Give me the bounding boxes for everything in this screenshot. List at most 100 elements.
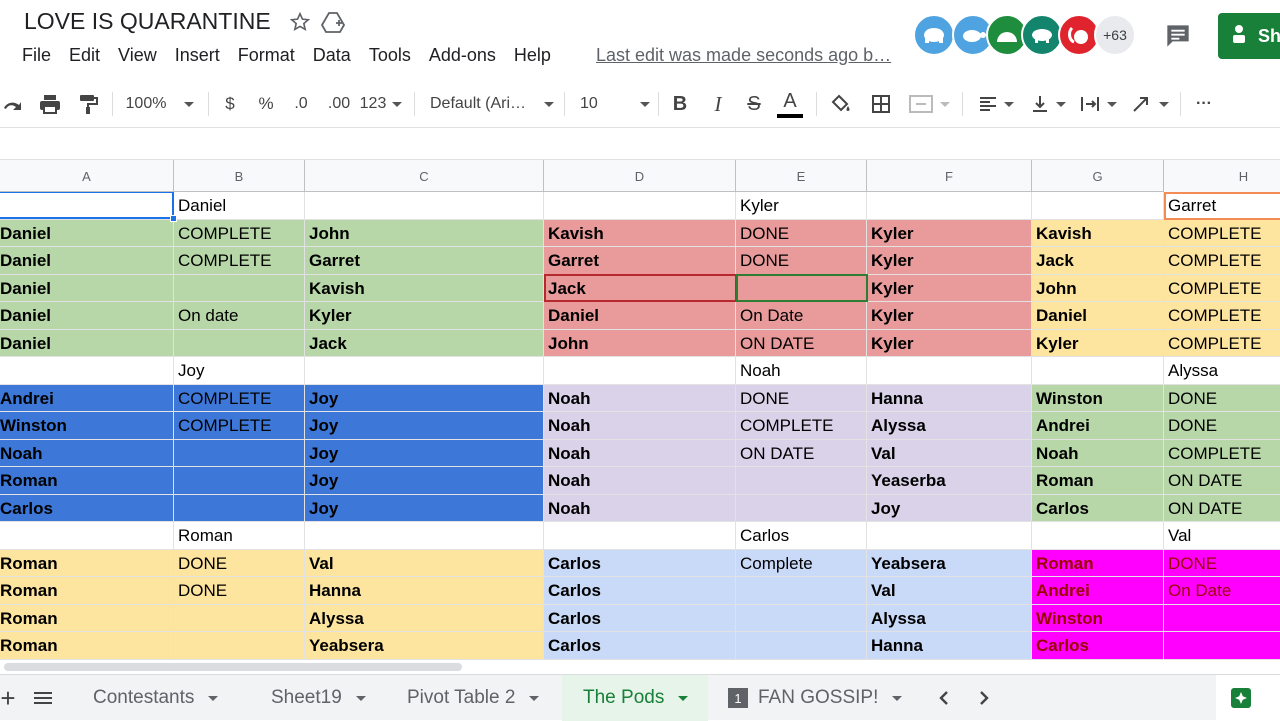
cell-f6[interactable]: Kyler — [867, 329, 1032, 357]
cell-g17[interactable]: Carlos — [1032, 632, 1164, 660]
column-header-h[interactable]: H — [1164, 160, 1280, 192]
explore-icon[interactable] — [1216, 675, 1280, 721]
cell-f15[interactable]: Val — [867, 577, 1032, 605]
menu-file[interactable]: File — [22, 45, 51, 69]
percent-format-button[interactable]: % — [254, 80, 278, 128]
tab-the-pods[interactable]: The Pods — [562, 675, 708, 721]
cell-b8[interactable]: COMPLETE — [174, 384, 305, 412]
cell-a4[interactable]: Daniel — [0, 274, 174, 302]
cell-b6[interactable] — [174, 329, 305, 357]
cell-e13[interactable]: Carlos — [736, 522, 867, 550]
cell-f14[interactable]: Yeabsera — [867, 549, 1032, 577]
cell-a9[interactable]: Winston — [0, 412, 174, 440]
cell-h12[interactable]: ON DATE — [1164, 494, 1280, 522]
print-icon[interactable] — [36, 80, 64, 128]
strikethrough-button[interactable]: S — [742, 80, 766, 128]
cell-d16[interactable]: Carlos — [544, 604, 736, 632]
cell-d3[interactable]: Garret — [544, 247, 736, 275]
share-button[interactable]: Sh — [1218, 13, 1280, 59]
tab-fan-gossip[interactable]: 1 FAN GOSSIP! — [714, 675, 912, 721]
cell-c9[interactable]: Joy — [305, 412, 544, 440]
increase-decimal-button[interactable]: .00 — [322, 80, 356, 128]
cell-g5[interactable]: Daniel — [1032, 302, 1164, 330]
cell-d5[interactable]: Daniel — [544, 302, 736, 330]
cell-b3[interactable]: COMPLETE — [174, 247, 305, 275]
cell-c4[interactable]: Kavish — [305, 274, 544, 302]
cell-d1[interactable] — [544, 192, 736, 220]
decrease-decimal-button[interactable]: .0 — [288, 80, 314, 128]
cell-a11[interactable]: Roman — [0, 467, 174, 495]
cell-b12[interactable] — [174, 494, 305, 522]
menu-view[interactable]: View — [118, 45, 157, 69]
cell-d17[interactable]: Carlos — [544, 632, 736, 660]
cell-a14[interactable]: Roman — [0, 549, 174, 577]
move-to-drive-icon[interactable] — [321, 10, 345, 34]
cell-f9[interactable]: Alyssa — [867, 412, 1032, 440]
collaborator-avatar-pig[interactable] — [1021, 14, 1063, 56]
cell-f4[interactable]: Kyler — [867, 274, 1032, 302]
column-header-d[interactable]: D — [544, 160, 736, 192]
cell-e11[interactable] — [736, 467, 867, 495]
tab-pivot-table-2[interactable]: Pivot Table 2 — [390, 675, 556, 721]
cell-d2[interactable]: Kavish — [544, 219, 736, 247]
cell-b15[interactable]: DONE — [174, 577, 305, 605]
cell-h13[interactable]: Val — [1164, 522, 1280, 550]
cell-c14[interactable]: Val — [305, 549, 544, 577]
cell-b5[interactable]: On date — [174, 302, 305, 330]
cell-e1[interactable]: Kyler — [736, 192, 867, 220]
cell-f5[interactable]: Kyler — [867, 302, 1032, 330]
cell-e2[interactable]: DONE — [736, 219, 867, 247]
paint-format-icon[interactable] — [74, 80, 102, 128]
scroll-tabs-left-icon[interactable] — [930, 675, 958, 721]
cell-g1[interactable] — [1032, 192, 1164, 220]
cell-g8[interactable]: Winston — [1032, 384, 1164, 412]
cell-a15[interactable]: Roman — [0, 577, 174, 605]
cell-a10[interactable]: Noah — [0, 439, 174, 467]
cell-b7[interactable]: Joy — [174, 357, 305, 385]
scrollbar-thumb[interactable] — [4, 663, 462, 671]
menu-insert[interactable]: Insert — [175, 45, 220, 69]
cell-g3[interactable]: Jack — [1032, 247, 1164, 275]
cell-b14[interactable]: DONE — [174, 549, 305, 577]
star-icon[interactable] — [288, 10, 312, 34]
collaborator-avatar-elephant[interactable] — [913, 14, 955, 56]
cell-a8[interactable]: Andrei — [0, 384, 174, 412]
cell-g9[interactable]: Andrei — [1032, 412, 1164, 440]
cell-f13[interactable] — [867, 522, 1032, 550]
cell-e17[interactable] — [736, 632, 867, 660]
font-size-select[interactable]: 10 — [580, 80, 650, 128]
cell-f16[interactable]: Alyssa — [867, 604, 1032, 632]
column-header-c[interactable]: C — [305, 160, 544, 192]
cell-f12[interactable]: Joy — [867, 494, 1032, 522]
cell-g2[interactable]: Kavish — [1032, 219, 1164, 247]
zoom-select[interactable]: 100% — [120, 80, 200, 128]
formula-bar[interactable] — [0, 128, 1280, 160]
cell-d15[interactable]: Carlos — [544, 577, 736, 605]
menu-tools[interactable]: Tools — [369, 45, 411, 69]
cell-e5[interactable]: On Date — [736, 302, 867, 330]
cell-e16[interactable] — [736, 604, 867, 632]
add-sheet-icon[interactable]: + — [0, 675, 16, 721]
column-header-a[interactable]: A — [0, 160, 174, 192]
cell-f11[interactable]: Yeaserba — [867, 467, 1032, 495]
merge-cells-icon[interactable] — [904, 80, 954, 128]
cell-c1[interactable] — [305, 192, 544, 220]
cell-h7[interactable]: Alyssa — [1164, 357, 1280, 385]
cell-g13[interactable] — [1032, 522, 1164, 550]
text-wrapping-icon[interactable] — [1076, 80, 1120, 128]
cell-c5[interactable]: Kyler — [305, 302, 544, 330]
menu-format[interactable]: Format — [238, 45, 295, 69]
fill-color-icon[interactable] — [828, 80, 854, 128]
cell-h5[interactable]: COMPLETE — [1164, 302, 1280, 330]
cell-f17[interactable]: Hanna — [867, 632, 1032, 660]
cell-d14[interactable]: Carlos — [544, 549, 736, 577]
column-header-e[interactable]: E — [736, 160, 867, 192]
cell-g4[interactable]: John — [1032, 274, 1164, 302]
cell-c2[interactable]: John — [305, 219, 544, 247]
cell-d12[interactable]: Noah — [544, 494, 736, 522]
cell-b11[interactable] — [174, 467, 305, 495]
cell-e9[interactable]: COMPLETE — [736, 412, 867, 440]
cell-h14[interactable]: DONE — [1164, 549, 1280, 577]
vertical-align-icon[interactable] — [1026, 80, 1070, 128]
font-family-select[interactable]: Default (Ari… — [430, 80, 554, 128]
